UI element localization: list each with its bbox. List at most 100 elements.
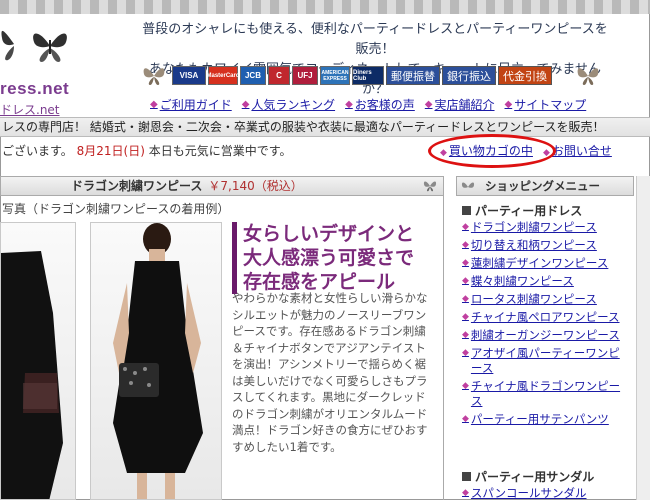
sidebar-item-lotus[interactable]: ◆ ロータス刺繍ワンピース: [462, 292, 628, 307]
postal-transfer-badge: 郵便振替: [386, 66, 440, 85]
photo-caption: 写真（ドラゴン刺繍ワンピースの着用例）: [2, 202, 230, 216]
butterfly-logo-icon: [0, 24, 28, 66]
diamond-icon: ◆: [241, 99, 250, 110]
butterfly-right-icon: [576, 66, 600, 86]
bank-transfer-badge: 銀行振込: [442, 66, 496, 85]
diamond-icon: ◆: [462, 348, 469, 358]
nav-sitemap-label: サイトマップ: [514, 98, 587, 112]
welcome-date: 8月21日(日): [76, 144, 145, 158]
logo-text: ress.net: [0, 79, 70, 98]
nav-guide-label: ご利用ガイド: [159, 98, 232, 112]
square-bullet-icon: [462, 206, 471, 215]
diamond-icon: ◆: [462, 222, 469, 232]
nav-voices-label: お客様の声: [354, 98, 415, 112]
butterfly-small-icon: [461, 180, 475, 198]
sidebar-item-label: ドラゴン刺繍ワンピース: [470, 220, 597, 234]
sidebar-item-label: チャイナ風ドラゴンワンピース: [470, 379, 621, 408]
diamond-icon: ◆: [504, 99, 513, 110]
welcome-message: ございます。 8月21日(日) 本日も元気に営業中です。: [2, 142, 292, 159]
highlight-oval: [428, 134, 556, 168]
product-price: ￥7,140（税込）: [208, 179, 303, 193]
diamond-icon: ◆: [462, 258, 469, 268]
product-photo-2[interactable]: [90, 222, 222, 500]
nav-store[interactable]: ◆ 実店舗紹介: [425, 96, 495, 113]
nav-store-label: 実店舗紹介: [434, 98, 495, 112]
sidebar-item-lotus-design[interactable]: ◆ 蓮刺繍デザインワンピース: [462, 256, 628, 271]
diamond-icon: ◆: [424, 99, 433, 110]
diamond-icon: ◆: [462, 488, 469, 498]
product-photo-1[interactable]: [0, 222, 76, 500]
sidebar-item-label: 刺繍オーガンジーワンピース: [470, 328, 620, 342]
sidebar-item-aozai[interactable]: ◆ アオザイ風パーティーワンピース: [462, 346, 628, 376]
sidebar-item-label: チャイナ風ペロアワンピース: [470, 310, 620, 324]
diamond-icon: ◆: [462, 381, 469, 391]
category-sandal-heading: パーティー用サンダル: [462, 468, 594, 485]
diamond-icon: ◆: [150, 99, 158, 110]
cod-badge: 代金引換: [498, 66, 552, 85]
c-card-icon: C: [268, 66, 290, 85]
sidebar-item-velour[interactable]: ◆ チャイナ風ペロアワンピース: [462, 310, 628, 325]
sidebar-item-label: 蝶々刺繍ワンピース: [470, 274, 574, 288]
category-dress-list: ◆ ドラゴン刺繍ワンピース ◆ 切り替え和柄ワンピース ◆ 蓮刺繍デザインワンピース …: [462, 220, 628, 430]
butterfly-icon: [30, 28, 70, 66]
nav-voices[interactable]: ◆ お客様の声: [345, 96, 415, 113]
product-panel: ドラゴン刺繍ワンピース ￥7,140（税込） 写真（ドラゴン刺繍ワンピースの着用例…: [0, 176, 444, 500]
diamond-icon: ◆: [462, 312, 469, 322]
sidebar-item-butterfly[interactable]: ◆ 蝶々刺繍ワンピース: [462, 274, 628, 289]
diamond-icon: ◆: [462, 276, 469, 286]
main-nav: ◆ ご利用ガイド ◆ 人気ランキング ◆ お客様の声 ◆ 実店舗紹介 ◆ サイトマップ: [150, 96, 586, 113]
welcome-suffix: 本日も元気に営業中です。: [144, 144, 292, 158]
right-edge-gutter: [636, 176, 650, 500]
visa-card-icon: VISA: [172, 66, 206, 85]
diamond-icon: ◆: [462, 240, 469, 250]
sidebar-title-bar: ショッピングメニュー: [456, 176, 634, 196]
nav-ranking-label: 人気ランキング: [251, 98, 336, 112]
mastercard-card-icon: MasterCard: [207, 66, 240, 85]
diners-card-icon: Diners Club: [352, 66, 384, 85]
sidebar-item-label: パーティー用サテンパンツ: [470, 412, 609, 426]
diamond-icon: ◆: [462, 330, 469, 340]
amex-card-icon: AMERICAN EXPRESS: [320, 66, 350, 85]
nav-guide[interactable]: ◆ ご利用ガイド: [150, 96, 232, 113]
product-title-bar: ドラゴン刺繍ワンピース ￥7,140（税込）: [0, 176, 444, 196]
logo-subtext-link[interactable]: ドレス.net: [0, 101, 60, 118]
sidebar-title: ショッピングメニュー: [485, 179, 600, 193]
butterfly-small-icon: [423, 179, 437, 197]
ufj-card-icon: UFJ: [292, 66, 318, 85]
diamond-icon: ◆: [462, 294, 469, 304]
tagline-bar: レスの専門店！ 結婚式・謝恩会・二次会・卒業式の服装や衣装に最適なパーティードレ…: [0, 117, 650, 137]
butterfly-left-icon: [142, 66, 166, 86]
contact-link[interactable]: お問い合せ: [552, 144, 612, 158]
sidebar-item-label: 蓮刺繍デザインワンピース: [470, 256, 609, 270]
sidebar-item-dragon[interactable]: ◆ ドラゴン刺繍ワンピース: [462, 220, 628, 235]
sidebar-item-satin-pants[interactable]: ◆ パーティー用サテンパンツ: [462, 412, 628, 427]
sidebar-item-label: アオザイ風パーティーワンピース: [470, 346, 620, 375]
product-title: ドラゴン刺繍ワンピース: [71, 179, 203, 193]
category-sandal-label: パーティー用サンダル: [475, 470, 595, 484]
payment-methods: VISA MasterCard JCB C UFJ AMERICAN EXPRE…: [172, 66, 552, 86]
product-description: やわらかな素材と女性らしい滑らかなシルエットが魅力のノースリーブワンピースです。…: [232, 291, 428, 454]
nav-ranking[interactable]: ◆ 人気ランキング: [242, 96, 335, 113]
jcb-card-icon: JCB: [240, 66, 266, 85]
header-intro: 普段のオシャレにも使える、便利なパーティードレスとパーティーワンピースを販売！ …: [140, 20, 610, 100]
sidebar-item-organdy[interactable]: ◆ 刺繍オーガンジーワンピース: [462, 328, 628, 343]
category-dress-heading: パーティー用ドレス: [462, 202, 582, 219]
nav-sitemap[interactable]: ◆ サイトマップ: [505, 96, 587, 113]
product-headline: 女らしいデザインと大人感漂う可愛さで存在感をアピール: [232, 222, 432, 294]
logo-area[interactable]: ress.net ドレス.net: [0, 14, 96, 120]
square-bullet-icon: [462, 472, 471, 481]
sidebar-item-sequin-sandal[interactable]: ◆ スパンコールサンダル: [462, 486, 628, 500]
diamond-icon: ◆: [462, 414, 469, 424]
top-decorative-stripe: [0, 0, 650, 14]
sidebar-item-wagara[interactable]: ◆ 切り替え和柄ワンピース: [462, 238, 628, 253]
header-line-1: 普段のオシャレにも使える、便利なパーティードレスとパーティーワンピースを販売！: [142, 22, 608, 57]
category-dress-label: パーティー用ドレス: [475, 204, 583, 218]
diamond-icon: ◆: [345, 99, 353, 110]
category-sandal-list: ◆ スパンコールサンダル: [462, 486, 628, 500]
sidebar-item-label: 切り替え和柄ワンピース: [470, 238, 597, 252]
sidebar-item-label: ロータス刺繍ワンピース: [470, 292, 597, 306]
welcome-prefix: ございます。: [2, 144, 73, 158]
sidebar-item-label: スパンコールサンダル: [470, 486, 587, 500]
shopping-menu-sidebar: ショッピングメニュー パーティー用ドレス ◆ ドラゴン刺繍ワンピース ◆ 切り替え和…: [456, 176, 634, 500]
sidebar-item-china-dragon[interactable]: ◆ チャイナ風ドラゴンワンピース: [462, 379, 628, 409]
